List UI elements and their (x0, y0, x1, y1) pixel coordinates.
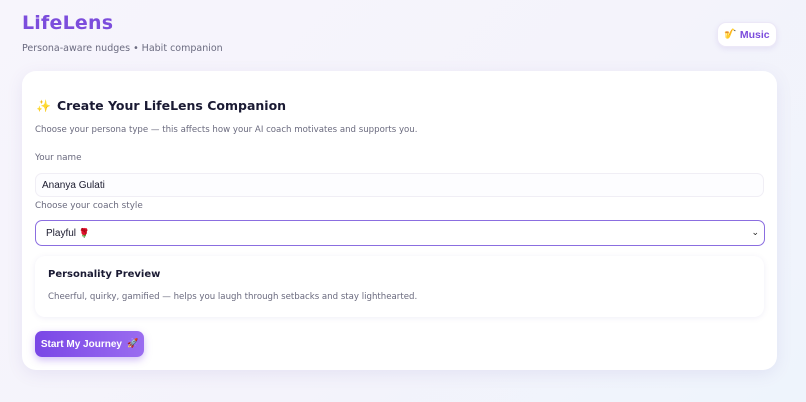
music-button-label: Music (739, 28, 770, 41)
rocket-icon: 🚀 (126, 339, 139, 349)
name-input[interactable] (35, 173, 764, 197)
coach-style-value: Playful (46, 227, 77, 239)
start-journey-button[interactable]: Start My Journey 🚀 (35, 331, 144, 357)
sparkles-icon: ✨ (36, 98, 51, 113)
card-heading: ✨ Create Your LifeLens Companion (36, 98, 286, 113)
card-title: Create Your LifeLens Companion (56, 98, 287, 113)
music-button[interactable]: 🎷 Music (717, 22, 777, 47)
onboarding-card: ✨ Create Your LifeLens Companion Choose … (22, 71, 777, 370)
preview-description: Cheerful, quirky, gamified — helps you l… (48, 292, 418, 302)
app-title: LifeLens (22, 12, 114, 34)
coach-style-select[interactable]: Playful 🌹 ⌄ (35, 220, 765, 246)
personality-preview: Personality Preview Cheerful, quirky, ga… (35, 256, 764, 317)
name-label: Your name (35, 153, 82, 163)
app-subtitle: Persona-aware nudges • Habit companion (22, 43, 223, 54)
rose-icon: 🌹 (78, 227, 91, 238)
start-journey-label: Start My Journey (40, 338, 122, 350)
coach-style-label: Choose your coach style (35, 201, 143, 211)
saxophone-icon: 🎷 (724, 29, 737, 40)
preview-title: Personality Preview (48, 269, 161, 280)
card-description: Choose your persona type — this affects … (35, 125, 418, 135)
chevron-down-icon: ⌄ (751, 228, 759, 238)
